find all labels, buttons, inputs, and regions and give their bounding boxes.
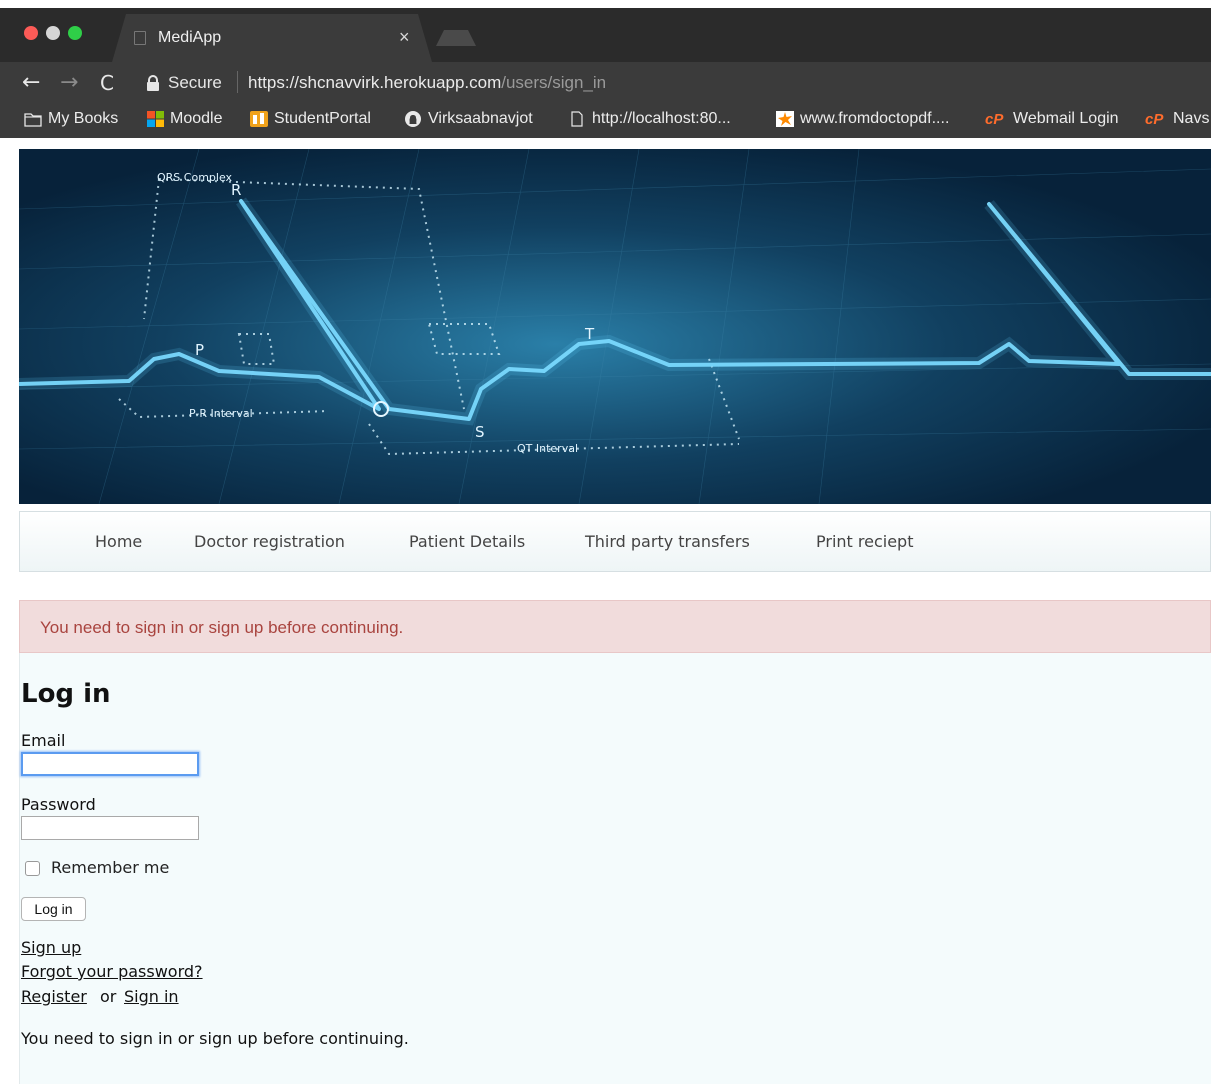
portal-icon: [250, 111, 268, 127]
bookmark-label: StudentPortal: [274, 110, 371, 127]
bookmark-virksaabnavjot[interactable]: Virksaabnavjot: [404, 110, 533, 128]
p-label: P: [195, 341, 204, 359]
remember-me-checkbox[interactable]: [25, 861, 40, 876]
bookmark-label: Virksaabnavjot: [428, 110, 533, 127]
notice-message: You need to sign in or sign up before co…: [21, 1029, 409, 1048]
email-label: Email: [21, 731, 66, 750]
url-text[interactable]: https://shcnavvirk.herokuapp.com/users/s…: [248, 73, 606, 93]
lock-icon: [147, 75, 159, 91]
tab-close-icon[interactable]: ×: [399, 27, 410, 48]
s-label: S: [475, 423, 485, 441]
bookmark-label: My Books: [48, 110, 119, 127]
window-minimize-button[interactable]: [46, 26, 60, 40]
bookmark-navs[interactable]: cP Navs: [1145, 110, 1209, 128]
nav-home[interactable]: Home: [95, 532, 142, 551]
nav-doctor-registration[interactable]: Doctor registration: [194, 532, 345, 551]
url-path: /users/sign_in: [501, 73, 607, 92]
password-field[interactable]: [21, 816, 199, 840]
cpanel-icon: cP: [1145, 111, 1164, 128]
nav-print-reciept[interactable]: Print reciept: [816, 532, 913, 551]
register-link[interactable]: Register: [21, 987, 87, 1006]
qrs-label: QRS Complex: [157, 171, 233, 184]
header-banner: QRS Complex R P S T P-R Interval QT Inte…: [19, 149, 1211, 504]
windows-logo-icon: [147, 111, 164, 127]
bookmark-moodle[interactable]: Moodle: [146, 110, 222, 128]
content-panel: [19, 600, 1211, 1084]
bookmark-webmail-login[interactable]: cP Webmail Login: [985, 110, 1119, 128]
forgot-password-link[interactable]: Forgot your password?: [21, 962, 203, 981]
bookmark-fromdoctopdf[interactable]: www.fromdoctopdf....: [776, 110, 949, 128]
bookmark-label: Moodle: [170, 110, 223, 127]
nav-patient-details[interactable]: Patient Details: [409, 532, 525, 551]
bookmark-my-books[interactable]: My Books: [24, 110, 118, 128]
bookmark-studentportal[interactable]: StudentPortal: [250, 110, 371, 128]
t-label: T: [584, 325, 595, 343]
bookmark-label: Navs: [1173, 110, 1210, 127]
bookmark-label: www.fromdoctopdf....: [800, 110, 950, 127]
nav-third-party-transfers[interactable]: Third party transfers: [585, 532, 750, 551]
bookmark-label: http://localhost:80...: [592, 110, 731, 127]
log-in-button[interactable]: Log in: [21, 897, 86, 921]
remember-me-label[interactable]: Remember me: [51, 858, 169, 877]
window-close-button[interactable]: [24, 26, 38, 40]
url-host: https://shcnavvirk.herokuapp.com: [248, 73, 502, 92]
page-icon: [571, 111, 583, 127]
forward-arrow-icon[interactable]: →: [60, 70, 78, 95]
or-text: or: [100, 987, 117, 1006]
password-label: Password: [21, 795, 96, 814]
window-zoom-button[interactable]: [68, 26, 82, 40]
back-arrow-icon[interactable]: ←: [22, 70, 40, 95]
ecg-illustration: QRS Complex R P S T P-R Interval QT Inte…: [19, 149, 1211, 504]
page-title: Log in: [21, 679, 111, 709]
email-field[interactable]: [21, 752, 199, 776]
r-label: R: [231, 181, 241, 199]
window-top-edge: [0, 0, 1211, 8]
bookmark-localhost[interactable]: http://localhost:80...: [568, 110, 731, 128]
bookmark-label: Webmail Login: [1013, 110, 1119, 127]
github-icon: [405, 111, 421, 127]
reload-icon[interactable]: C: [100, 71, 114, 95]
pr-interval-label: P-R Interval: [189, 407, 253, 420]
tab-title: MediApp: [158, 29, 222, 46]
sign-up-link[interactable]: Sign up: [21, 938, 81, 957]
sign-in-link[interactable]: Sign in: [124, 987, 179, 1006]
alert-message: You need to sign in or sign up before co…: [40, 618, 404, 637]
star-burst-icon: [776, 111, 794, 127]
secure-label: Secure: [168, 73, 222, 92]
folder-icon: [24, 113, 42, 127]
qt-interval-label: QT Interval: [517, 442, 578, 455]
tab-favicon-icon: [134, 31, 146, 45]
address-separator: [237, 71, 238, 93]
cpanel-icon: cP: [985, 111, 1004, 128]
